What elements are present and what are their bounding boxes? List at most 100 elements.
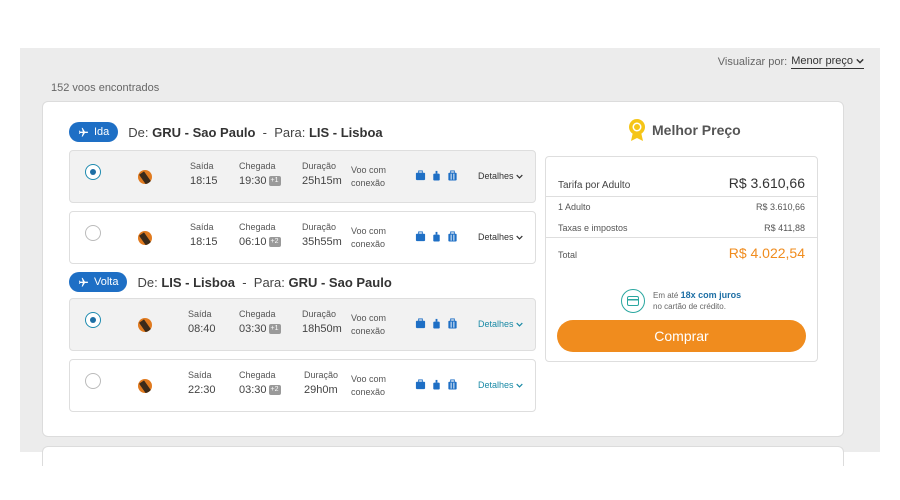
- departure-column: Saída 18:15: [190, 222, 218, 248]
- leg-route-volta: De: LIS - Lisboa - Para: GRU - Sao Paulo: [137, 274, 392, 290]
- fare-value: R$ 3.610,66: [728, 175, 805, 191]
- briefcase-icon: [415, 318, 426, 329]
- details-link[interactable]: Detalhes: [478, 171, 523, 181]
- baggage-icons: [415, 170, 458, 181]
- flight-radio[interactable]: [85, 225, 101, 241]
- best-price-label: Melhor Preço: [652, 122, 741, 138]
- duration-column: Duração 35h55m: [302, 222, 342, 248]
- to-prefix: Para:: [274, 124, 306, 140]
- installments-suffix: no cartão de crédito.: [653, 302, 726, 311]
- adults-label: 1 Adulto: [558, 202, 591, 212]
- details-label: Detalhes: [478, 380, 514, 390]
- details-link[interactable]: Detalhes: [478, 232, 523, 242]
- departure-column: Saída 22:30: [188, 370, 216, 396]
- briefcase-icon: [415, 379, 426, 390]
- duration-value: 18h50m: [302, 323, 342, 335]
- connection-info: Voo com conexão: [351, 373, 386, 399]
- flight-option[interactable]: Saída 18:15 Chegada 19:30 +1 Duração 25h…: [69, 150, 536, 203]
- leg-header-volta: Volta De: LIS - Lisboa - Para: GRU - Sao…: [69, 272, 392, 292]
- total-value: R$ 4.022,54: [728, 245, 805, 261]
- arrival-label: Chegada: [239, 309, 276, 319]
- flight-option[interactable]: Saída 18:15 Chegada 06:10 +2 Duração 35h…: [69, 211, 536, 264]
- flight-radio[interactable]: [85, 164, 101, 180]
- duration-column: Duração 25h15m: [302, 161, 342, 187]
- leg-route-ida: De: GRU - Sao Paulo - Para: LIS - Lisboa: [128, 124, 383, 140]
- buy-button[interactable]: Comprar: [557, 320, 806, 352]
- luggage-icon: [448, 170, 457, 181]
- credit-card-icon: [621, 289, 645, 313]
- installments-info: Em até 18x com juros no cartão de crédit…: [621, 289, 741, 313]
- arrival-time: 03:30: [239, 323, 267, 335]
- connection-line2: conexão: [351, 239, 386, 249]
- duration-value: 29h0m: [304, 384, 338, 396]
- ida-badge-label: Ida: [94, 126, 110, 138]
- destination: GRU - Sao Paulo: [288, 274, 392, 290]
- ida-badge: Ida: [69, 122, 119, 142]
- destination: LIS - Lisboa: [308, 124, 383, 140]
- sort-select[interactable]: Menor preço: [791, 55, 864, 69]
- departure-column: Saída 18:15: [190, 161, 218, 187]
- to-prefix: Para:: [253, 274, 285, 290]
- details-label: Detalhes: [478, 232, 514, 242]
- duration-value: 25h15m: [302, 175, 342, 187]
- duration-label: Duração: [302, 309, 337, 319]
- plus-days-badge: +1: [268, 324, 281, 334]
- plus-days-badge: +1: [268, 176, 281, 186]
- arrival-label: Chegada: [239, 222, 276, 232]
- next-offer-card: [42, 446, 844, 466]
- duration-label: Duração: [302, 222, 337, 232]
- carry-on-icon: [433, 379, 440, 390]
- adults-row: 1 Adulto R$ 3.610,66: [558, 202, 805, 212]
- flight-option[interactable]: Saída 08:40 Chegada 03:30 +1 Duração 18h…: [69, 298, 536, 351]
- connection-info: Voo com conexão: [351, 225, 386, 251]
- volta-badge: Volta: [69, 272, 128, 292]
- airplane-icon: [78, 127, 89, 137]
- duration-value: 35h55m: [302, 236, 342, 248]
- taxes-value: R$ 411,88: [764, 223, 805, 233]
- volta-badge-label: Volta: [94, 276, 119, 288]
- flight-radio[interactable]: [85, 312, 101, 328]
- departure-label: Saída: [188, 370, 212, 380]
- arrival-value: 19:30 +1: [239, 175, 281, 187]
- arrival-time: 06:10: [239, 236, 267, 248]
- taxes-label: Taxas e impostos: [558, 223, 628, 233]
- divider: [546, 237, 817, 238]
- departure-time: 08:40: [188, 323, 216, 335]
- arrival-value: 03:30 +2: [239, 384, 281, 396]
- from-prefix: De:: [137, 274, 158, 290]
- luggage-icon: [448, 318, 457, 329]
- taxes-row: Taxas e impostos R$ 411,88: [558, 223, 805, 233]
- briefcase-icon: [415, 170, 426, 181]
- connection-info: Voo com conexão: [351, 164, 386, 190]
- sort-bar: Visualizar por: Menor preço: [718, 55, 864, 69]
- arrival-column: Chegada 19:30 +1: [239, 161, 281, 187]
- sort-label: Visualizar por:: [717, 56, 788, 68]
- chevron-down-icon: [515, 235, 523, 240]
- carry-on-icon: [433, 231, 440, 242]
- departure-time: 18:15: [190, 236, 218, 248]
- baggage-icons: [415, 379, 458, 390]
- carry-on-icon: [433, 318, 440, 329]
- carry-on-icon: [433, 170, 440, 181]
- flight-option[interactable]: Saída 22:30 Chegada 03:30 +2 Duração 29h…: [69, 359, 536, 412]
- origin: GRU - Sao Paulo: [152, 124, 256, 140]
- departure-time: 22:30: [188, 384, 216, 396]
- arrival-column: Chegada 03:30 +1: [239, 309, 281, 335]
- departure-label: Saída: [190, 161, 214, 171]
- flight-radio[interactable]: [85, 373, 101, 389]
- arrival-time: 19:30: [239, 175, 267, 187]
- sort-selected-value: Menor preço: [791, 55, 853, 67]
- details-link[interactable]: Detalhes: [478, 380, 523, 390]
- installments-highlight: 18x com juros: [680, 290, 742, 300]
- adults-value: R$ 3.610,66: [755, 202, 805, 212]
- duration-column: Duração 29h0m: [304, 370, 338, 396]
- briefcase-icon: [415, 231, 426, 242]
- connection-line1: Voo com: [351, 226, 387, 236]
- details-link[interactable]: Detalhes: [478, 319, 523, 329]
- best-price-title: Melhor Preço: [627, 118, 741, 142]
- arrival-column: Chegada 06:10 +2: [239, 222, 281, 248]
- airline-logo: [138, 318, 152, 332]
- chevron-down-icon: [515, 322, 523, 327]
- arrival-label: Chegada: [239, 370, 276, 380]
- plus-days-badge: +2: [268, 385, 281, 395]
